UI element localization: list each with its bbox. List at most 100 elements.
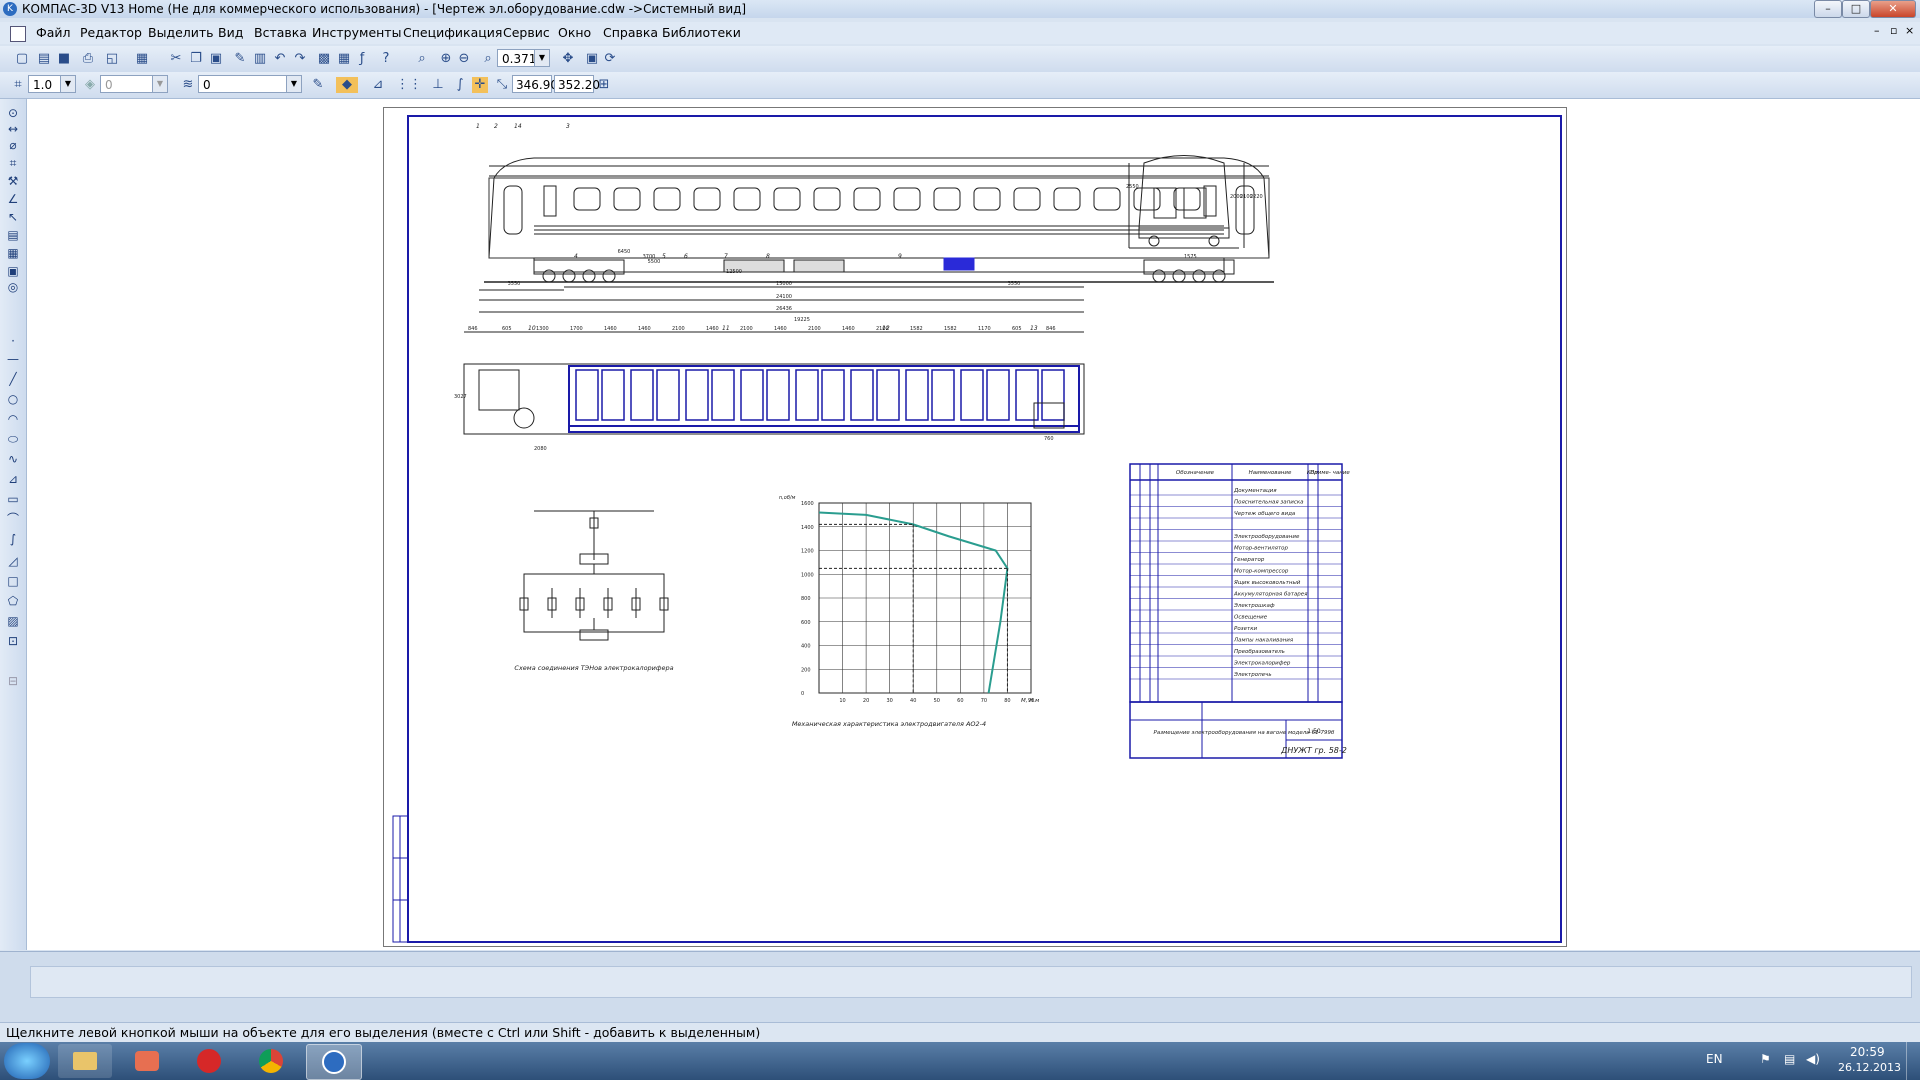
drawing-sheet[interactable]: 1 2 14 3 4 5 6 7 8 9 10 11 12 13 3550 15000 3550 24100 26… bbox=[383, 107, 1567, 947]
paste-icon[interactable]: ▣ bbox=[208, 51, 224, 67]
zoom-out-icon[interactable]: ⊖ bbox=[456, 51, 472, 67]
polyline-icon[interactable]: ⊿ bbox=[5, 471, 21, 487]
properties-icon[interactable]: ▥ bbox=[252, 51, 268, 67]
ortho-icon[interactable]: ⊿ bbox=[370, 77, 386, 93]
menu-window[interactable]: Окно bbox=[558, 25, 591, 40]
point-icon[interactable]: · bbox=[5, 333, 21, 349]
menu-select[interactable]: Выделить bbox=[148, 25, 214, 40]
zoom-icon[interactable]: ⊕ bbox=[438, 51, 454, 67]
clock-time[interactable]: 20:59 bbox=[1850, 1045, 1885, 1059]
menu-file[interactable]: Файл bbox=[36, 25, 71, 40]
scale-combo[interactable]: 1.0 ▼ bbox=[28, 75, 76, 93]
measure-icon[interactable]: ∠ bbox=[5, 191, 21, 207]
symbols-icon[interactable]: ⌀ bbox=[5, 137, 21, 153]
elements-icon[interactable]: ▣ bbox=[5, 263, 21, 279]
open-icon[interactable]: ▤ bbox=[36, 51, 52, 67]
language-indicator[interactable]: EN bbox=[1706, 1052, 1723, 1066]
variables-icon[interactable]: ▦ bbox=[336, 51, 352, 67]
new-icon[interactable]: ▢ bbox=[14, 51, 30, 67]
doc-minimize-icon[interactable]: – bbox=[1874, 24, 1880, 37]
select-icon[interactable]: ↖ bbox=[5, 209, 21, 225]
arc-icon[interactable]: ◠ bbox=[5, 411, 21, 427]
hatch-icon[interactable]: ▨ bbox=[5, 613, 21, 629]
view-icon[interactable]: ◎ bbox=[5, 279, 21, 295]
spline-icon[interactable]: ∿ bbox=[5, 451, 21, 467]
function-icon[interactable]: ƒ bbox=[354, 51, 370, 67]
rebuild-icon[interactable]: ⟳ bbox=[602, 51, 618, 67]
coord-fix-icon[interactable]: ⊞ bbox=[596, 77, 612, 93]
flag-icon[interactable]: ⚑ bbox=[1760, 1052, 1771, 1066]
line-icon[interactable]: — bbox=[5, 351, 21, 367]
doc-close-icon[interactable]: × bbox=[1905, 24, 1914, 37]
geometry-icon[interactable]: ⊙ bbox=[5, 105, 21, 121]
zoom-combo[interactable]: 0.3716 ▼ bbox=[497, 49, 550, 67]
preview-icon[interactable]: ◱ bbox=[104, 51, 120, 67]
coord-x-field[interactable]: 346.90 bbox=[512, 75, 558, 93]
misc-icon[interactable]: ⊟ bbox=[5, 673, 21, 689]
print-icon[interactable]: ⎙ bbox=[80, 51, 96, 67]
chamfer-icon[interactable]: ◿ bbox=[5, 553, 21, 569]
parametrize-icon[interactable]: ⚒ bbox=[5, 173, 21, 189]
doc-restore-icon[interactable]: ▫ bbox=[1890, 24, 1897, 37]
opera-taskbar-button[interactable] bbox=[182, 1044, 236, 1078]
explorer-taskbar-button[interactable] bbox=[58, 1044, 112, 1078]
undo-icon[interactable]: ↶ bbox=[272, 51, 288, 67]
show-desktop-button[interactable] bbox=[1906, 1042, 1920, 1080]
menu-libraries[interactable]: Библиотеки bbox=[662, 25, 741, 40]
rect-icon[interactable]: ▭ bbox=[5, 491, 21, 507]
property-panel-area[interactable] bbox=[30, 966, 1912, 998]
local-cs-icon[interactable]: ⊥ bbox=[430, 77, 446, 93]
pan-icon[interactable]: ✥ bbox=[560, 51, 576, 67]
format-icon[interactable]: ✎ bbox=[232, 51, 248, 67]
manager-icon[interactable]: ▦ bbox=[134, 51, 150, 67]
dimensions-icon[interactable]: ↔ bbox=[5, 121, 21, 137]
zoom-scale-icon[interactable]: ⌕ bbox=[480, 51, 496, 67]
document-icon[interactable] bbox=[10, 26, 26, 42]
snap-icon[interactable]: ✛ bbox=[472, 77, 488, 93]
menu-specification[interactable]: Спецификация bbox=[403, 25, 502, 40]
color-icon[interactable]: ◆ bbox=[336, 77, 358, 93]
round-icon[interactable]: ∫ bbox=[452, 77, 468, 93]
save-icon[interactable]: ■ bbox=[56, 51, 72, 67]
clock-date[interactable]: 26.12.2013 bbox=[1838, 1061, 1901, 1074]
curve-icon[interactable]: ⌒ bbox=[5, 511, 21, 527]
maximize-button[interactable]: □ bbox=[1842, 0, 1870, 18]
coord-y-field[interactable]: 352.20 bbox=[554, 75, 600, 93]
refresh-icon[interactable]: ▣ bbox=[584, 51, 600, 67]
tree-icon[interactable]: ▩ bbox=[316, 51, 332, 67]
circle-icon[interactable]: ○ bbox=[5, 391, 21, 407]
start-button[interactable] bbox=[4, 1043, 50, 1079]
volume-icon[interactable]: ◀) bbox=[1806, 1052, 1820, 1066]
style-combo[interactable]: 0 ▼ bbox=[198, 75, 302, 93]
menu-service[interactable]: Сервис bbox=[503, 25, 550, 40]
menu-help[interactable]: Справка bbox=[603, 25, 658, 40]
layer-icon[interactable]: ◈ bbox=[82, 77, 98, 93]
grid-icon[interactable]: ⋮⋮ bbox=[396, 77, 422, 93]
segment-icon[interactable]: ╱ bbox=[5, 371, 21, 387]
ellipse-icon[interactable]: ⬭ bbox=[5, 431, 21, 447]
media-taskbar-button[interactable] bbox=[120, 1044, 174, 1078]
menu-insert[interactable]: Вставка bbox=[254, 25, 307, 40]
attribute-icon[interactable]: ✎ bbox=[310, 77, 326, 93]
network-icon[interactable]: ▤ bbox=[1784, 1052, 1795, 1066]
kompas-taskbar-button[interactable] bbox=[306, 1044, 362, 1080]
menu-editor[interactable]: Редактор bbox=[80, 25, 142, 40]
polygon-icon[interactable]: ⬠ bbox=[5, 593, 21, 609]
minimize-button[interactable]: – bbox=[1814, 0, 1842, 18]
copy-icon[interactable]: ❐ bbox=[188, 51, 204, 67]
zoom-window-icon[interactable]: ⌕ bbox=[414, 51, 430, 67]
redo-icon[interactable]: ↷ bbox=[292, 51, 308, 67]
bezier-icon[interactable]: ∫ bbox=[5, 531, 21, 547]
close-button[interactable]: ✕ bbox=[1870, 0, 1916, 18]
outline-icon[interactable]: ⊡ bbox=[5, 633, 21, 649]
grid-snap-icon[interactable]: ⌗ bbox=[10, 77, 26, 93]
rectangle-icon[interactable]: □ bbox=[5, 573, 21, 589]
style-icon[interactable]: ≋ bbox=[180, 77, 196, 93]
chrome-taskbar-button[interactable] bbox=[244, 1044, 298, 1078]
spec-icon[interactable]: ▤ bbox=[5, 227, 21, 243]
layer-combo[interactable]: 0 ▼ bbox=[100, 75, 168, 93]
cut-icon[interactable]: ✂ bbox=[168, 51, 184, 67]
menu-tools[interactable]: Инструменты bbox=[312, 25, 401, 40]
help-pointer-icon[interactable]: ? bbox=[378, 51, 394, 67]
reports-icon[interactable]: ▦ bbox=[5, 245, 21, 261]
